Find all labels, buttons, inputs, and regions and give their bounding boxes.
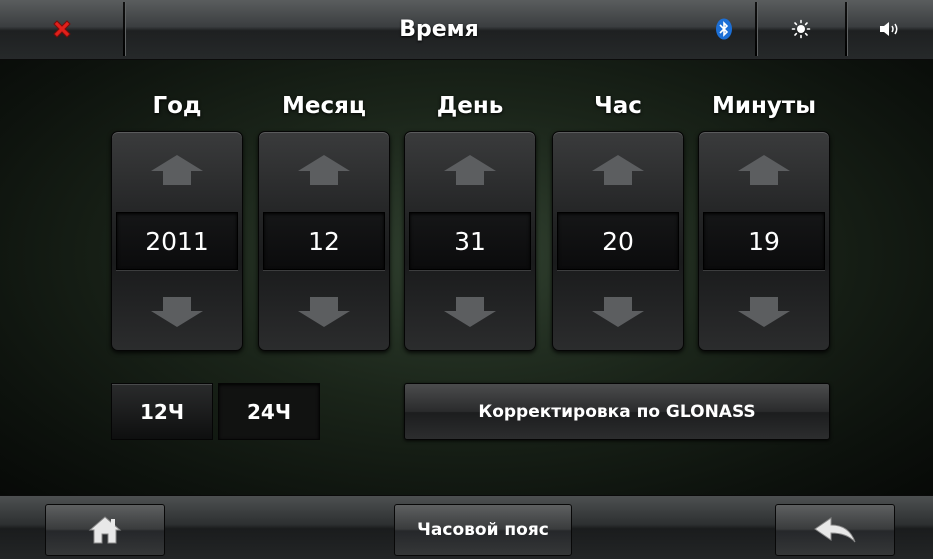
hour-label: Час <box>594 93 642 119</box>
back-icon <box>814 517 856 543</box>
day-label: День <box>436 93 504 119</box>
month-value: 12 <box>263 212 385 270</box>
arrow-up-icon <box>444 155 496 185</box>
arrow-down-icon <box>298 297 350 327</box>
day-up-button[interactable] <box>405 132 535 210</box>
12-hour-button[interactable]: 12Ч <box>111 383 213 440</box>
volume-icon <box>880 22 898 36</box>
year-up-button[interactable] <box>112 132 242 210</box>
arrow-up-icon <box>738 155 790 185</box>
page-title: Время <box>399 16 479 42</box>
month-up-button[interactable] <box>259 132 389 210</box>
month-label: Месяц <box>282 93 366 119</box>
day-value: 31 <box>409 212 531 270</box>
minute-up-button[interactable] <box>699 132 829 210</box>
back-button[interactable] <box>775 504 895 556</box>
year-label: Год <box>152 93 202 119</box>
timezone-button[interactable]: Часовой пояс <box>394 504 572 556</box>
close-icon <box>53 20 71 38</box>
24-hour-button[interactable]: 24Ч <box>218 383 320 440</box>
arrow-up-icon <box>151 155 203 185</box>
year-value: 2011 <box>116 212 238 270</box>
day-down-button[interactable] <box>405 272 535 350</box>
month-spinner: 12 <box>258 131 390 351</box>
minute-label: Минуты <box>711 93 817 119</box>
brightness-icon <box>791 19 811 39</box>
top-bar: Время <box>0 0 933 60</box>
hour-down-button[interactable] <box>553 272 683 350</box>
year-spinner: 2011 <box>111 131 243 351</box>
arrow-down-icon <box>738 297 790 327</box>
home-button[interactable] <box>45 504 165 556</box>
home-icon <box>88 516 122 544</box>
bluetooth-icon <box>716 18 732 40</box>
close-button[interactable] <box>0 0 124 58</box>
minute-value: 19 <box>703 212 825 270</box>
hour-value: 20 <box>557 212 679 270</box>
bluetooth-status <box>700 0 748 58</box>
bottom-bar: Часовой пояс <box>0 495 933 559</box>
arrow-down-icon <box>592 297 644 327</box>
hour-spinner: 20 <box>552 131 684 351</box>
arrow-down-icon <box>151 297 203 327</box>
hour-up-button[interactable] <box>553 132 683 210</box>
minute-down-button[interactable] <box>699 272 829 350</box>
arrow-down-icon <box>444 297 496 327</box>
day-spinner: 31 <box>404 131 536 351</box>
minute-spinner: 19 <box>698 131 830 351</box>
brightness-button[interactable] <box>757 0 845 58</box>
arrow-up-icon <box>298 155 350 185</box>
year-down-button[interactable] <box>112 272 242 350</box>
volume-button[interactable] <box>847 0 933 58</box>
month-down-button[interactable] <box>259 272 389 350</box>
arrow-up-icon <box>592 155 644 185</box>
glonass-sync-button[interactable]: Корректировка по GLONASS <box>404 383 830 440</box>
